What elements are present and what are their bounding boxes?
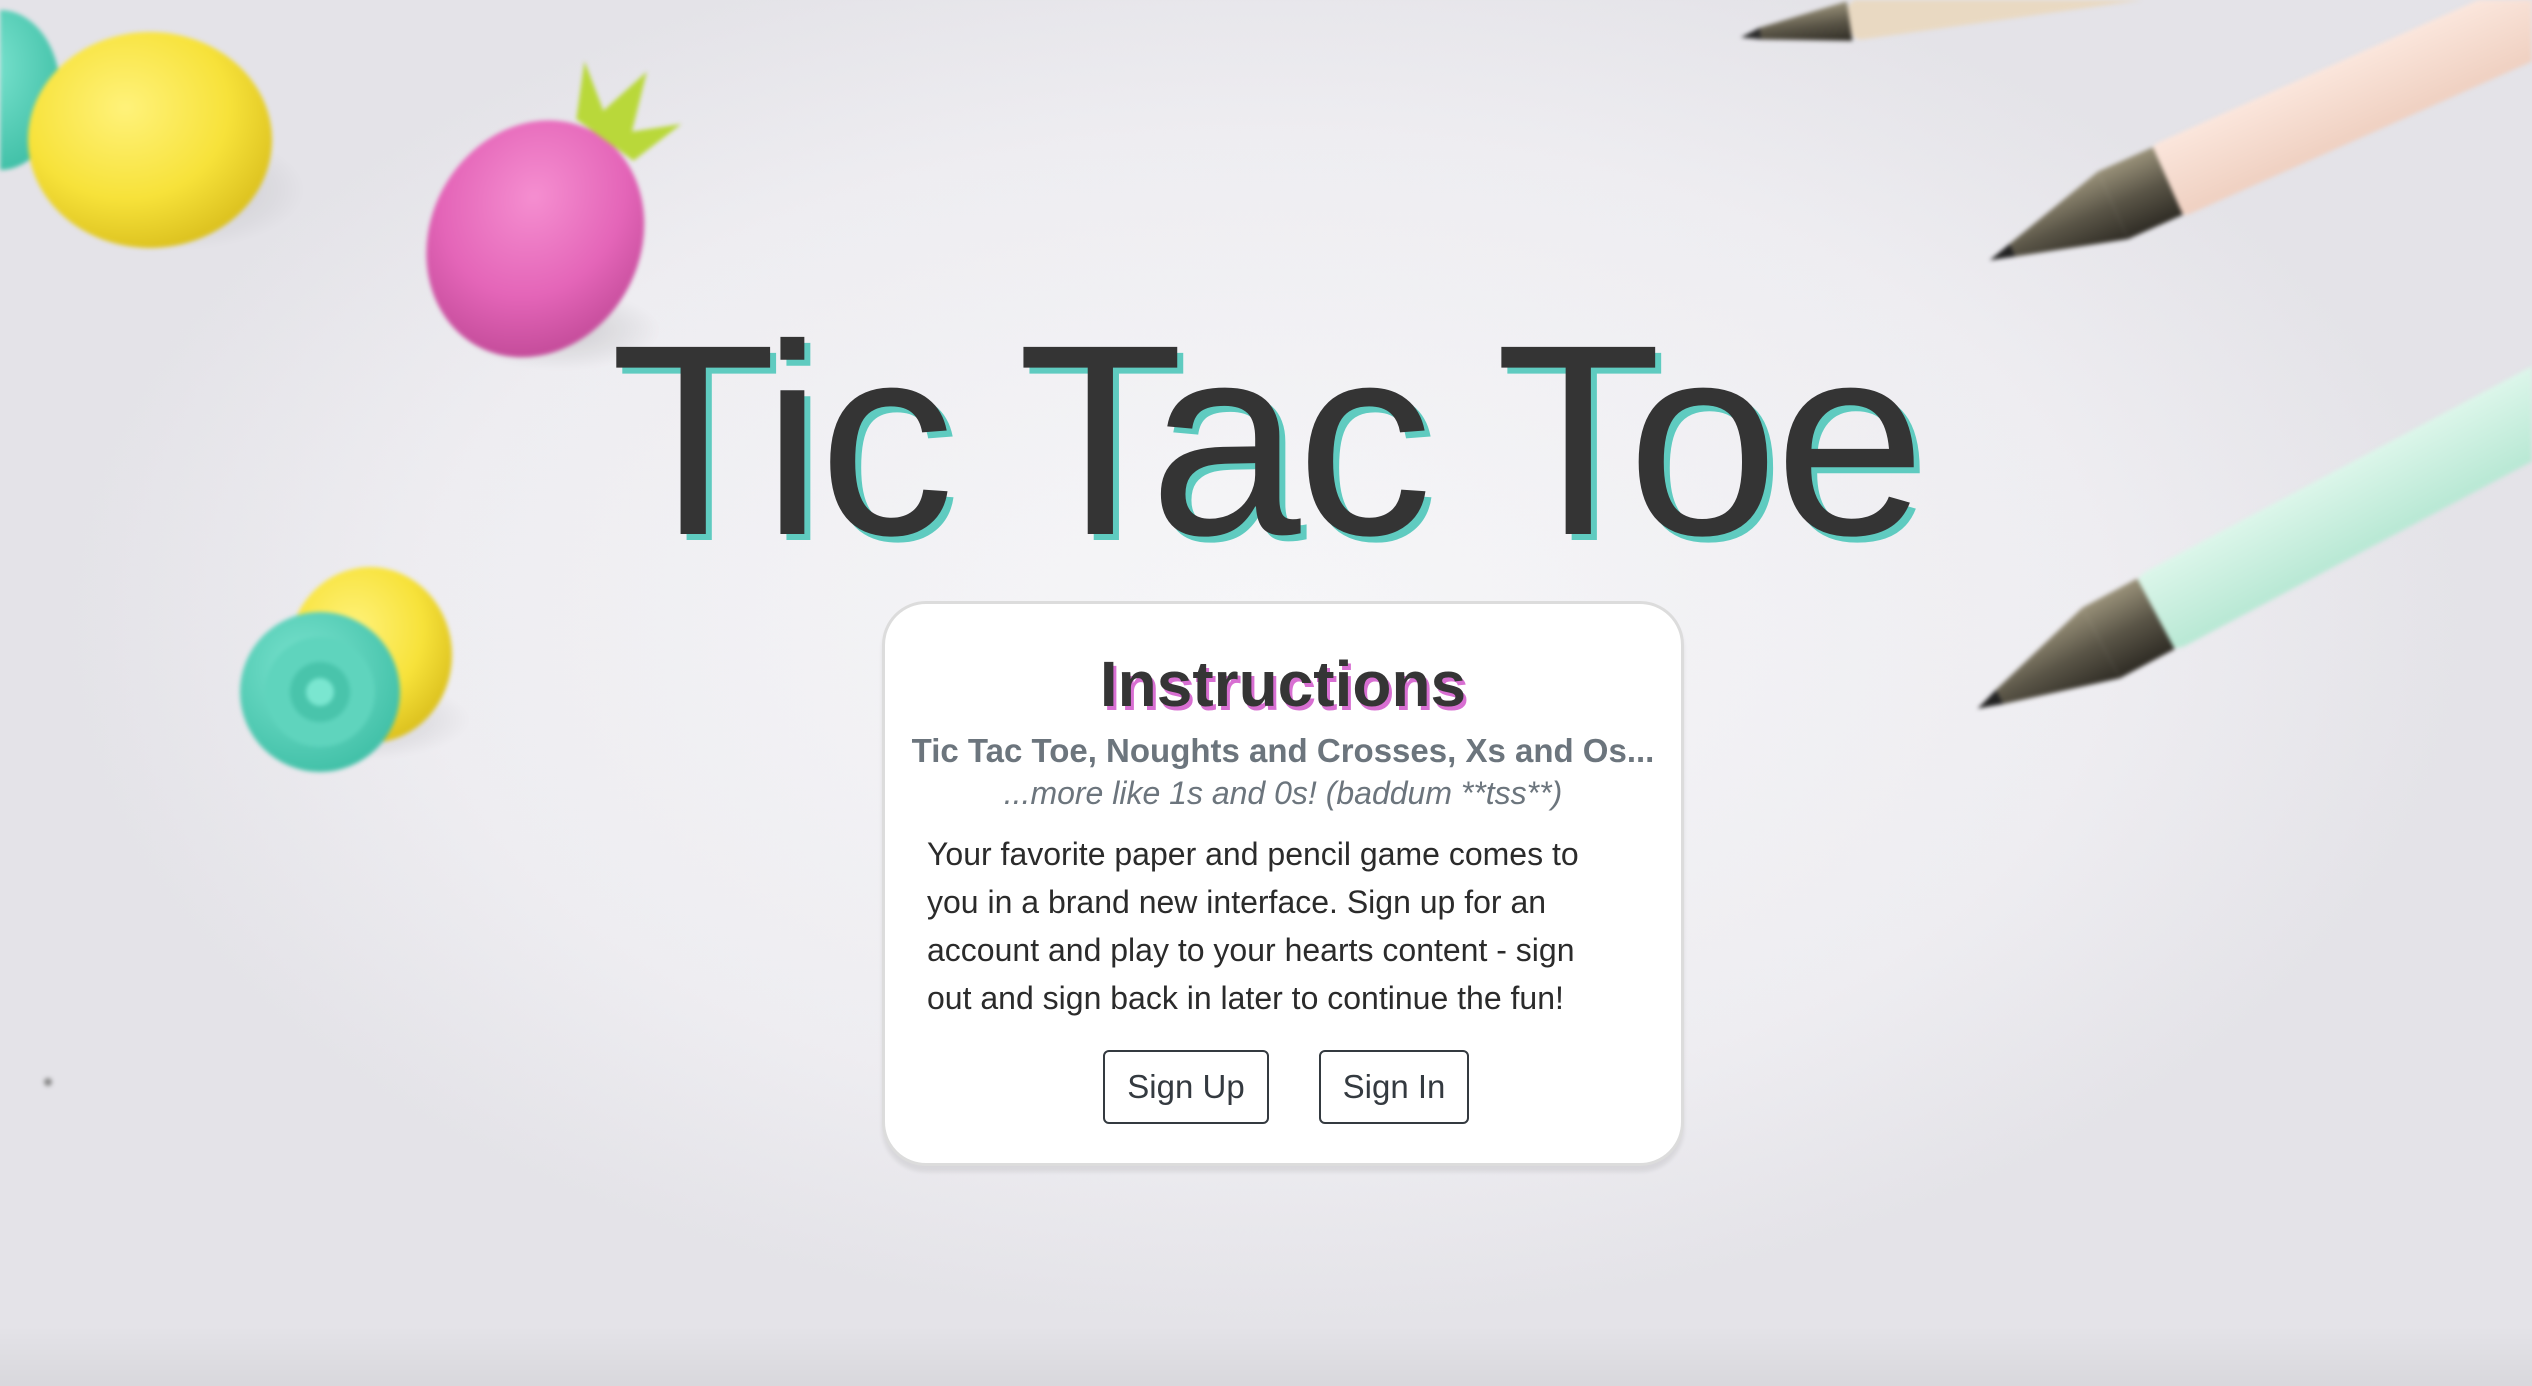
bottom-shade [0,1326,2532,1386]
sign-in-button[interactable]: Sign In [1319,1050,1469,1124]
sign-up-button[interactable]: Sign Up [1103,1050,1269,1124]
page-title: Tic Tac Toe [610,288,1926,592]
instructions-heading: Instructions [1099,648,1467,720]
instructions-subtitle: Tic Tac Toe, Noughts and Crosses, Xs and… [911,732,1655,769]
instructions-card: Instructions Tic Tac Toe, Noughts and Cr… [882,601,1684,1166]
instructions-joke: ...more like 1s and 0s! (baddum **tss**) [1003,775,1563,811]
instructions-body: Your favorite paper and pencil game come… [927,836,1579,1016]
